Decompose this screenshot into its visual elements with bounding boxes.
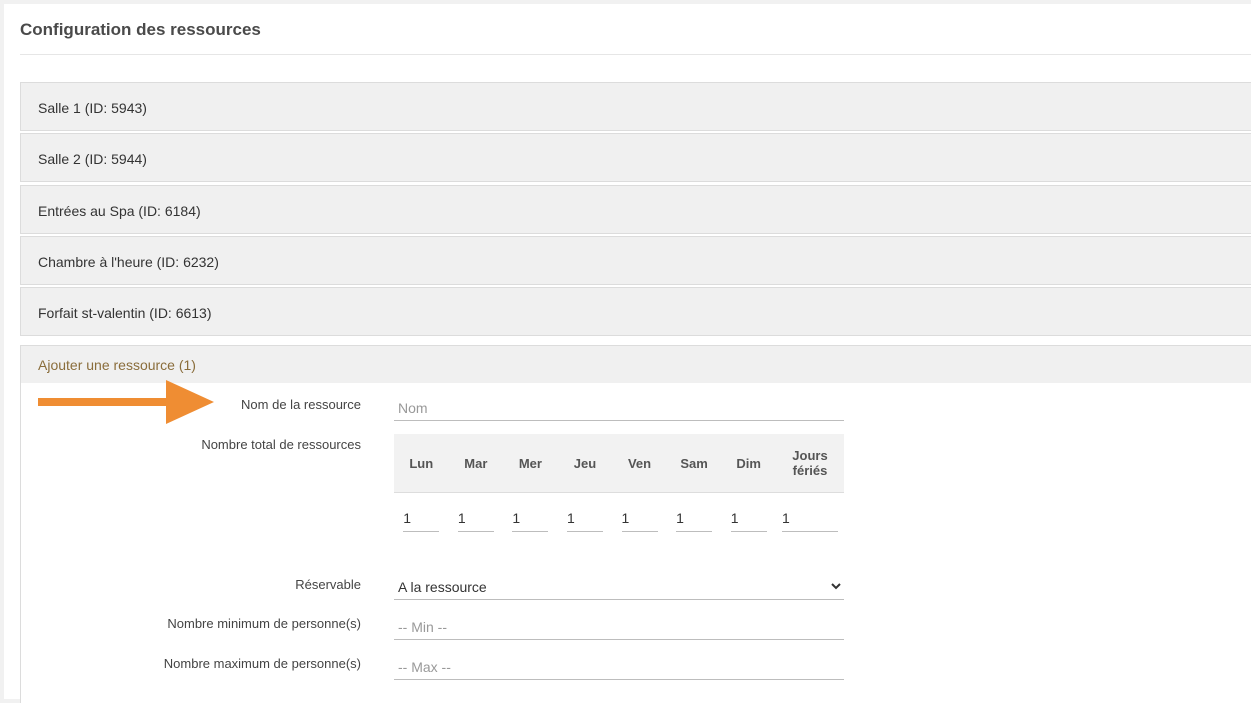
max-persons-input[interactable] xyxy=(394,654,844,680)
resource-item-label: Entrées au Spa (ID: 6184) xyxy=(38,203,201,219)
resource-item-forfait[interactable]: Forfait st-valentin (ID: 6613) xyxy=(20,287,1251,336)
resource-item-label: Salle 1 (ID: 5943) xyxy=(38,100,147,116)
total-label: Nombre total de ressources xyxy=(201,437,361,452)
name-label: Nom de la ressource xyxy=(241,397,361,412)
chevron-down-icon xyxy=(831,583,841,590)
day-input-dim[interactable] xyxy=(730,504,767,532)
day-header-mer: Mer xyxy=(503,434,558,493)
resource-item-chambre[interactable]: Chambre à l'heure (ID: 6232) xyxy=(20,236,1251,285)
day-input-ven[interactable] xyxy=(621,504,658,532)
reservable-select[interactable]: A la ressource xyxy=(394,574,844,600)
name-input[interactable] xyxy=(394,395,844,421)
title-divider xyxy=(20,54,1251,55)
resource-item-label: Salle 2 (ID: 5944) xyxy=(38,151,147,167)
days-header-row: Lun Mar Mer Jeu Ven Sam Dim Jours fériés xyxy=(394,434,844,493)
add-resource-header[interactable]: Ajouter une ressource (1) xyxy=(20,345,1251,383)
reservable-label: Réservable xyxy=(295,577,361,592)
day-input-lun[interactable] xyxy=(403,504,440,532)
day-header-lun: Lun xyxy=(394,434,449,493)
day-input-mer[interactable] xyxy=(512,504,549,532)
day-input-holidays[interactable] xyxy=(782,504,838,532)
day-header-mar: Mar xyxy=(448,434,504,493)
day-header-jeu: Jeu xyxy=(557,434,613,493)
resource-item-spa[interactable]: Entrées au Spa (ID: 6184) xyxy=(20,185,1251,234)
arrow-right-icon xyxy=(38,380,214,424)
day-input-sam[interactable] xyxy=(676,504,713,532)
min-persons-input[interactable] xyxy=(394,614,844,640)
resource-item-label: Forfait st-valentin (ID: 6613) xyxy=(38,305,212,321)
day-input-jeu[interactable] xyxy=(566,504,603,532)
resource-item-salle-1[interactable]: Salle 1 (ID: 5943) xyxy=(20,82,1251,131)
day-header-ven: Ven xyxy=(612,434,667,493)
resource-item-label: Chambre à l'heure (ID: 6232) xyxy=(38,254,219,270)
holidays-label-line2: fériés xyxy=(792,463,828,478)
add-resource-title: Ajouter une ressource (1) xyxy=(38,357,196,373)
min-persons-label: Nombre minimum de personne(s) xyxy=(167,616,361,631)
max-persons-label: Nombre maximum de personne(s) xyxy=(163,656,361,671)
holidays-label-line1: Jours xyxy=(792,448,828,463)
day-input-mar[interactable] xyxy=(457,504,494,532)
days-table: Lun Mar Mer Jeu Ven Sam Dim Jours fériés xyxy=(394,434,844,543)
resource-item-salle-2[interactable]: Salle 2 (ID: 5944) xyxy=(20,133,1251,182)
days-values-row xyxy=(394,493,844,544)
day-header-sam: Sam xyxy=(666,434,722,493)
day-header-holidays: Jours fériés xyxy=(776,434,844,493)
reservable-select-value: A la ressource xyxy=(398,579,487,595)
resource-config-panel: Configuration des ressources Salle 1 (ID… xyxy=(4,4,1251,703)
day-header-dim: Dim xyxy=(721,434,776,493)
page-title: Configuration des ressources xyxy=(20,20,261,39)
